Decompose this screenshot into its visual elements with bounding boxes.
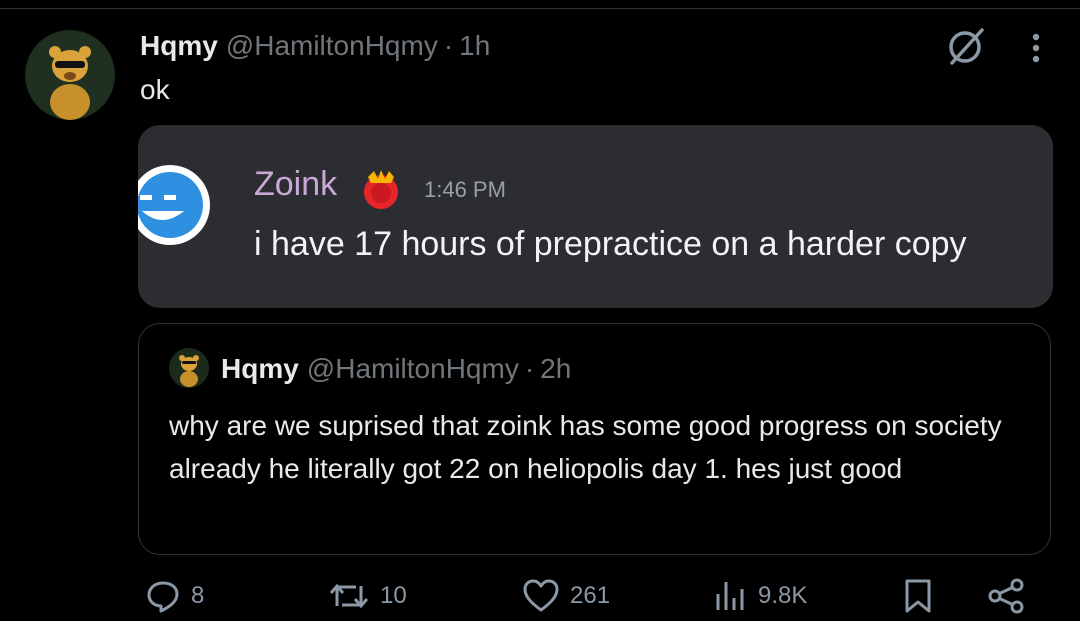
media-message: i have 17 hours of prepractice on a hard…	[254, 225, 967, 263]
quoted-text: why are we suprised that zoink has some …	[169, 410, 1002, 484]
quoted-separator: ·	[524, 353, 535, 384]
separator: ·	[443, 30, 454, 61]
quoted-header: Hqmy @HamiltonHqmy · 2h	[221, 350, 571, 388]
quoted-tweet[interactable]: Hqmy @HamiltonHqmy · 2h why are we supri…	[138, 323, 1051, 555]
tweet-text: ok	[140, 74, 170, 105]
repost-count: 10	[380, 582, 407, 609]
views-icon	[712, 578, 748, 614]
repost-icon	[328, 578, 370, 614]
more-icon[interactable]	[1022, 30, 1050, 66]
media-username: Zoink	[254, 165, 338, 203]
top-divider	[0, 8, 1080, 9]
reply-icon	[145, 578, 181, 614]
zoink-avatar	[138, 163, 212, 247]
reply-button[interactable]: 8	[145, 576, 204, 616]
quoted-author-handle: @HamiltonHqmy	[306, 353, 519, 384]
repost-button[interactable]: 10	[328, 576, 407, 616]
quoted-time: 2h	[540, 353, 572, 384]
views-button[interactable]: 9.8K	[712, 576, 807, 616]
author-handle[interactable]: @HamiltonHqmy	[226, 30, 438, 62]
red-badge-icon	[358, 167, 404, 213]
like-count: 261	[570, 582, 611, 609]
quoted-author-name: Hqmy	[221, 353, 299, 384]
share-icon	[986, 578, 1026, 614]
author-name[interactable]: Hqmy	[140, 30, 218, 62]
action-bar: 8 10 261 9.8K	[0, 576, 1080, 616]
tweet-header: Hqmy @HamiltonHqmy · 1h	[140, 26, 490, 66]
like-icon	[522, 578, 560, 614]
like-button[interactable]: 261	[522, 576, 610, 616]
bookmark-button[interactable]	[902, 576, 934, 616]
tweet-media-image[interactable]: Zoink 1:46 PM i have 17 hours of preprac…	[138, 125, 1053, 308]
quoted-author-avatar	[169, 348, 209, 388]
grok-icon[interactable]	[944, 26, 988, 66]
reply-count: 8	[191, 582, 205, 609]
share-button[interactable]	[986, 576, 1026, 616]
views-count: 9.8K	[758, 582, 808, 609]
author-avatar[interactable]	[25, 30, 115, 120]
bookmark-icon	[902, 578, 934, 614]
media-timestamp: 1:46 PM	[424, 177, 506, 202]
tweet-time[interactable]: 1h	[459, 30, 490, 62]
